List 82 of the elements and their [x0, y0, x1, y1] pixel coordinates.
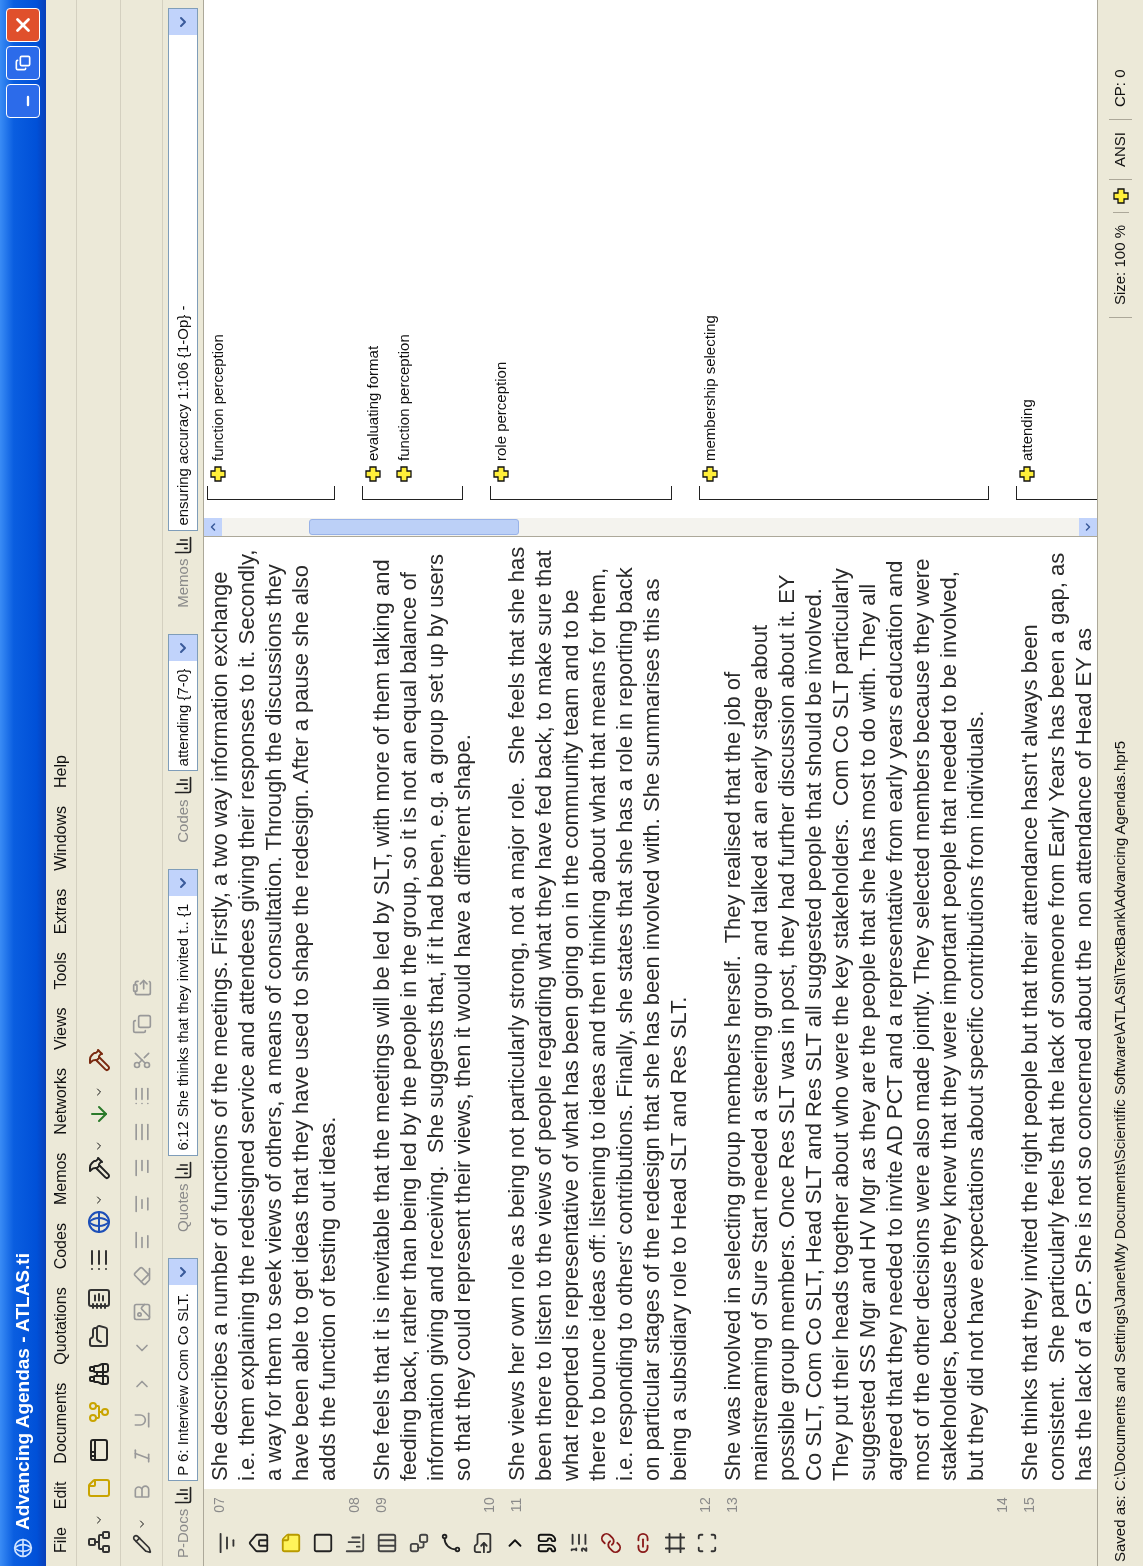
menu-item[interactable]: Networks	[49, 1058, 73, 1144]
code-bracket[interactable]	[699, 486, 989, 500]
line-number: 14	[993, 1496, 1011, 1515]
notes-icon[interactable]	[86, 1286, 111, 1310]
menu-item[interactable]: Documents	[49, 1373, 73, 1473]
status-codepage: CP: 0	[1109, 0, 1132, 120]
binoculars-icon[interactable]	[86, 1362, 111, 1386]
line-number: 10	[480, 1496, 498, 1515]
globe-icon[interactable]	[86, 1210, 111, 1234]
selector-dropdown[interactable]: P 6: Interview Com Co SLT.	[168, 1257, 198, 1481]
code-bracket[interactable]	[490, 486, 672, 500]
selector-label: P-Docs	[172, 1508, 192, 1558]
code-label[interactable]: attending	[1016, 399, 1039, 461]
selector-dropdown[interactable]: attending {7-0}	[168, 633, 198, 772]
scan-icon[interactable]	[696, 1532, 718, 1555]
status-path: Saved as: C:\Documents and Settings\Janet\My Documents\Scientific Software\ATLASti\TextBank\Advancing Agendas.hpr5	[1110, 740, 1130, 1564]
code-label[interactable]: function perception	[392, 334, 415, 461]
code-label[interactable]: membership selecting	[699, 315, 722, 461]
paragraph: She feels that it is inevitable that the meetings will be led by SLT, with more of them talking and feeding back, rather than being led by the people in the group, so it is not an equal balance of information giving and receiving. She suggests that, if it had been, e.g. a group set up by users so that they could represent their views, then it would have a different shape.	[368, 553, 476, 1483]
code-icon	[365, 466, 382, 482]
minimize-button[interactable]	[6, 84, 40, 118]
menu-item[interactable]: Memos	[49, 1143, 73, 1215]
line-number: 09	[372, 1496, 390, 1515]
frame-icon[interactable]	[664, 1532, 686, 1555]
network-icon[interactable]	[86, 1530, 111, 1554]
code-icon	[702, 466, 719, 482]
workflow-icon[interactable]	[408, 1532, 430, 1555]
selector-dropdown[interactable]: 6:12 She thinks that they invited t.. {1	[168, 868, 198, 1156]
square-icon[interactable]	[312, 1532, 334, 1555]
paragraph: She views her own role as being not particularly strong, not a major role. She feels that she has been there to listen to the views of people regarding what they have fed back, to make sure that what reported is representative of what has been going on in the community team and to be there to bounce ideas off: listening to ideas and then thinking about what that means for them, i.e. responding to others' contributions. Finally, she states that she has a role in reporting back on particular stages of the redesign that she has been involved with. She summarises this as being a subsidiary role to Head SLT and Res SLT.	[503, 545, 692, 1483]
paragraph: She describes a number of functions of the meetings. Firstly, a two way information exchange i.e. them explaining the redesigned service and attendees giving their responses to it. Secondly, a way for them to seek views of others, a means of consultation. Through the discussions they have been able to get ideas that they have used to shape the redesign. After a pause she also adds the function of testing out ideas.	[206, 548, 341, 1483]
pencil-icon[interactable]	[131, 1534, 152, 1554]
window-title: Advancing Agendas - ATLAS.ti	[10, 1253, 34, 1530]
selector-label: Quotes	[172, 1183, 192, 1232]
line-number: 13	[723, 1496, 741, 1515]
menu-item[interactable]: Views	[49, 998, 73, 1059]
line-number: 12	[696, 1496, 714, 1515]
restore-icon	[15, 55, 31, 71]
columns-icon[interactable]	[376, 1532, 398, 1555]
menu-item[interactable]: Extras	[49, 879, 73, 944]
folder-input-icon[interactable]	[472, 1532, 494, 1555]
menu-item[interactable]: File	[49, 1518, 73, 1562]
line-number: 07	[210, 1496, 228, 1515]
connector-icon[interactable]	[440, 1532, 462, 1555]
menu-item[interactable]: Tools	[49, 943, 73, 999]
menu-item[interactable]: Codes	[49, 1214, 73, 1279]
link-icon[interactable]	[600, 1532, 622, 1555]
code-bracket[interactable]	[362, 486, 463, 500]
dropdown-button[interactable]	[169, 9, 197, 35]
code-label[interactable]: evaluating format	[362, 345, 385, 461]
dropdown-button[interactable]	[169, 869, 197, 896]
status-size: Size: 100 %	[1109, 213, 1132, 319]
paragraph: She was involved in selecting group members herself. They realised that the job of mainstreaming of Sure Start needed a steering group and talked at an early stage about possible group members. Once Res SLT was in post, they had further discussion about it. EY Co SLT, Com Co SLT, Head SLT and Res SLT all suggested people that should be involved. They put their heads together about who were the key stakeholders. Com Co SLT particularly suggested SS Mgr and HV Mgr as they are the people that she has most to do with. They all agreed that they needed to invite AD PCT and a representative from early years education and most of the other decisions were also made jointly. They selected members because they were stakeholders, because they knew that they were important people that needed to be involved, but they did not have expectations about specific contributions from individuals.	[719, 557, 989, 1483]
folder-icon[interactable]	[86, 1324, 111, 1348]
code-label[interactable]: function perception	[207, 334, 230, 461]
code-icon	[210, 466, 227, 482]
menu-item[interactable]: Quotations	[49, 1278, 73, 1374]
list-icon[interactable]	[568, 1532, 590, 1555]
code-icon	[1019, 466, 1036, 482]
code-icon	[395, 466, 412, 482]
status-encoding: ANSI	[1109, 120, 1132, 180]
dropdown-button[interactable]	[169, 634, 197, 661]
code-icon	[1112, 188, 1129, 204]
menu-item[interactable]: Windows	[49, 796, 73, 880]
scrollbar[interactable]	[204, 518, 1097, 536]
line-number: 08	[345, 1496, 363, 1515]
restore-button[interactable]	[6, 46, 40, 80]
menu-item[interactable]: Help	[49, 746, 73, 797]
selector-label: Memos	[172, 558, 192, 608]
selector-label: Codes	[172, 799, 192, 843]
close-button[interactable]	[6, 8, 40, 42]
selector-dropdown[interactable]: ensuring accuracy 1:106 {1-Op} -	[168, 8, 198, 531]
line-number: 11	[507, 1496, 525, 1515]
hammer-icon[interactable]	[86, 1048, 111, 1072]
app-icon	[13, 1538, 33, 1558]
code-label[interactable]: role perception	[490, 361, 513, 461]
dropdown-button[interactable]	[169, 1258, 197, 1285]
line-number: 15	[1020, 1496, 1038, 1515]
hammer-icon[interactable]	[86, 1156, 111, 1180]
code-bracket[interactable]	[207, 486, 335, 500]
menu-item[interactable]: Edit	[49, 1472, 73, 1519]
code-icon	[493, 466, 510, 482]
